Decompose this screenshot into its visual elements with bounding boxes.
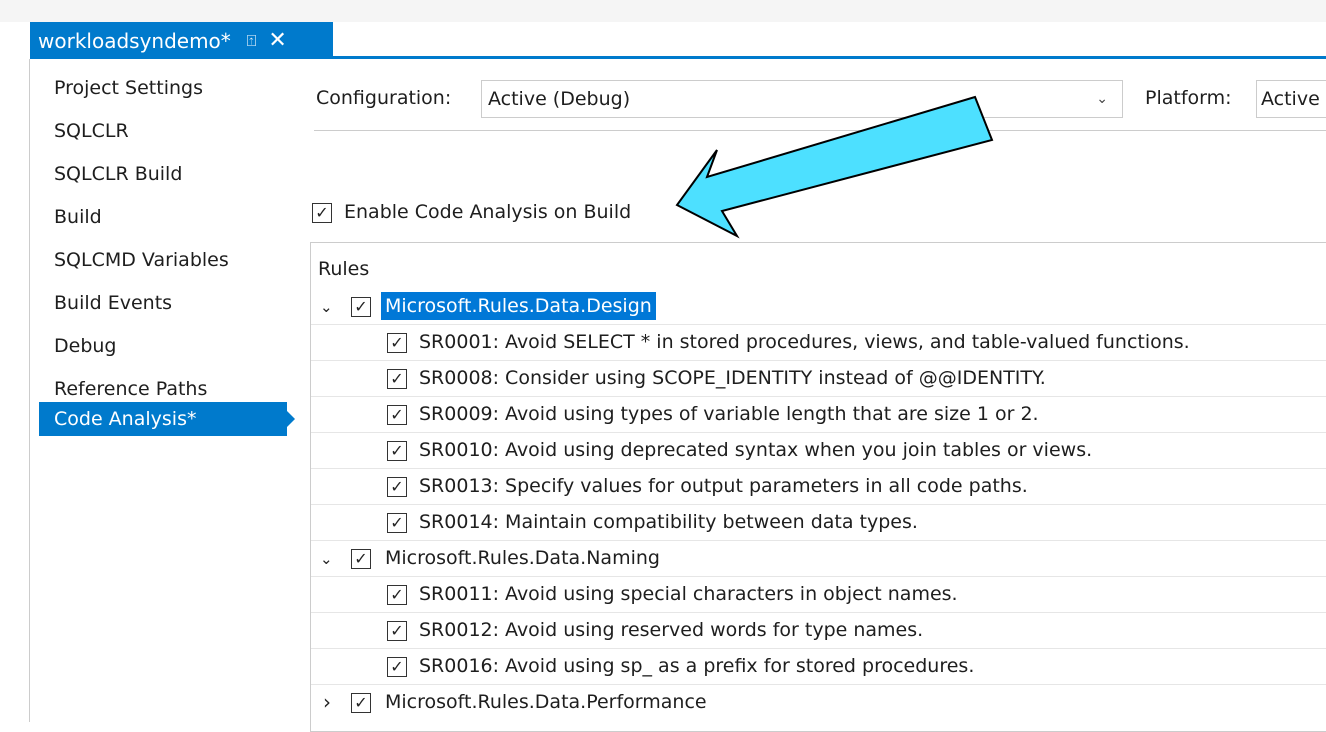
rule-label: SR0016: Avoid using sp_ as a prefix for … [419,655,975,677]
sidebar-item-sqlclr-build[interactable]: SQLCLR Build [39,157,287,191]
rule-row[interactable]: ✓ SR0010: Avoid using deprecated syntax … [311,433,1326,469]
tab-title: workloadsyndemo* [38,28,231,53]
configuration-value: Active (Debug) [488,88,631,110]
rule-label: SR0014: Maintain compatibility between d… [419,511,918,533]
collapse-chevron-icon[interactable]: › [323,690,331,714]
sidebar-item-debug[interactable]: Debug [39,329,287,363]
rule-label: SR0011: Avoid using special characters i… [419,583,958,605]
rule-group-naming[interactable]: ⌄ ✓ Microsoft.Rules.Data.Naming [311,541,1326,577]
platform-select[interactable]: Active [1256,80,1326,118]
chevron-down-icon: ⌄ [1096,91,1108,107]
rule-label: SR0013: Specify values for output parame… [419,475,1028,497]
settings-sidebar: Project Settings SQLCLR SQLCLR Build Bui… [30,60,296,722]
rule-row[interactable]: ✓ SR0011: Avoid using special characters… [311,577,1326,613]
rule-row[interactable]: ✓ SR0012: Avoid using reserved words for… [311,613,1326,649]
expand-chevron-icon[interactable]: ⌄ [320,550,333,568]
rule-group-checkbox[interactable]: ✓ [351,297,371,317]
close-icon[interactable]: ✕ [268,28,286,53]
platform-label: Platform: [1145,87,1232,109]
enable-code-analysis-label[interactable]: Enable Code Analysis on Build [344,201,631,223]
sidebar-item-build-events[interactable]: Build Events [39,286,287,320]
rule-checkbox[interactable]: ✓ [387,477,407,497]
rule-group-label: Microsoft.Rules.Data.Performance [385,691,707,713]
rule-group-performance[interactable]: › ✓ Microsoft.Rules.Data.Performance [311,685,1326,721]
rule-label: SR0009: Avoid using types of variable le… [419,403,1039,425]
header-separator [314,130,1326,131]
sidebar-item-sqlcmd-variables[interactable]: SQLCMD Variables [39,243,287,277]
rule-label: SR0008: Consider using SCOPE_IDENTITY in… [419,367,1046,389]
rule-row[interactable]: ✓ SR0009: Avoid using types of variable … [311,397,1326,433]
sidebar-item-project-settings[interactable]: Project Settings [39,71,287,105]
rule-row[interactable]: ✓ SR0001: Avoid SELECT * in stored proce… [311,325,1326,361]
platform-value: Active [1261,88,1320,110]
rule-row[interactable]: ✓ SR0008: Consider using SCOPE_IDENTITY … [311,361,1326,397]
rule-label: SR0010: Avoid using deprecated syntax wh… [419,439,1093,461]
rule-group-checkbox[interactable]: ✓ [351,549,371,569]
rule-checkbox[interactable]: ✓ [387,621,407,641]
rule-group-label: Microsoft.Rules.Data.Design [381,292,656,320]
sidebar-item-sqlclr[interactable]: SQLCLR [39,114,287,148]
rules-tree: Rules ⌄ ✓ Microsoft.Rules.Data.Design ✓ … [310,242,1326,732]
enable-code-analysis-checkbox[interactable]: ✓ [312,203,332,223]
configuration-label: Configuration: [316,87,452,109]
sidebar-item-build[interactable]: Build [39,200,287,234]
sidebar-item-code-analysis[interactable]: Code Analysis* [39,402,295,436]
rule-row[interactable]: ✓ SR0014: Maintain compatibility between… [311,505,1326,541]
rule-checkbox[interactable]: ✓ [387,405,407,425]
tab-underline [30,56,1326,59]
rule-group-label: Microsoft.Rules.Data.Naming [385,547,660,569]
rule-checkbox[interactable]: ✓ [387,441,407,461]
rule-label: SR0012: Avoid using reserved words for t… [419,619,924,641]
rule-row[interactable]: ✓ SR0016: Avoid using sp_ as a prefix fo… [311,649,1326,685]
configuration-select[interactable]: Active (Debug) ⌄ [481,80,1123,118]
title-strip [0,0,1326,22]
document-tab[interactable]: workloadsyndemo* ⍐ ✕ [30,22,333,59]
sidebar-item-reference-paths[interactable]: Reference Paths [39,372,287,406]
rule-checkbox[interactable]: ✓ [387,513,407,533]
expand-chevron-icon[interactable]: ⌄ [320,298,333,316]
rule-group-checkbox[interactable]: ✓ [351,693,371,713]
pin-icon[interactable]: ⍐ [247,31,257,51]
rule-checkbox[interactable]: ✓ [387,369,407,389]
rule-label: SR0001: Avoid SELECT * in stored procedu… [419,331,1190,353]
rules-header: Rules [318,258,370,280]
rule-group-design[interactable]: ⌄ ✓ Microsoft.Rules.Data.Design [311,289,1326,325]
rule-checkbox[interactable]: ✓ [387,657,407,677]
rule-checkbox[interactable]: ✓ [387,585,407,605]
rule-checkbox[interactable]: ✓ [387,333,407,353]
rule-row[interactable]: ✓ SR0013: Specify values for output para… [311,469,1326,505]
